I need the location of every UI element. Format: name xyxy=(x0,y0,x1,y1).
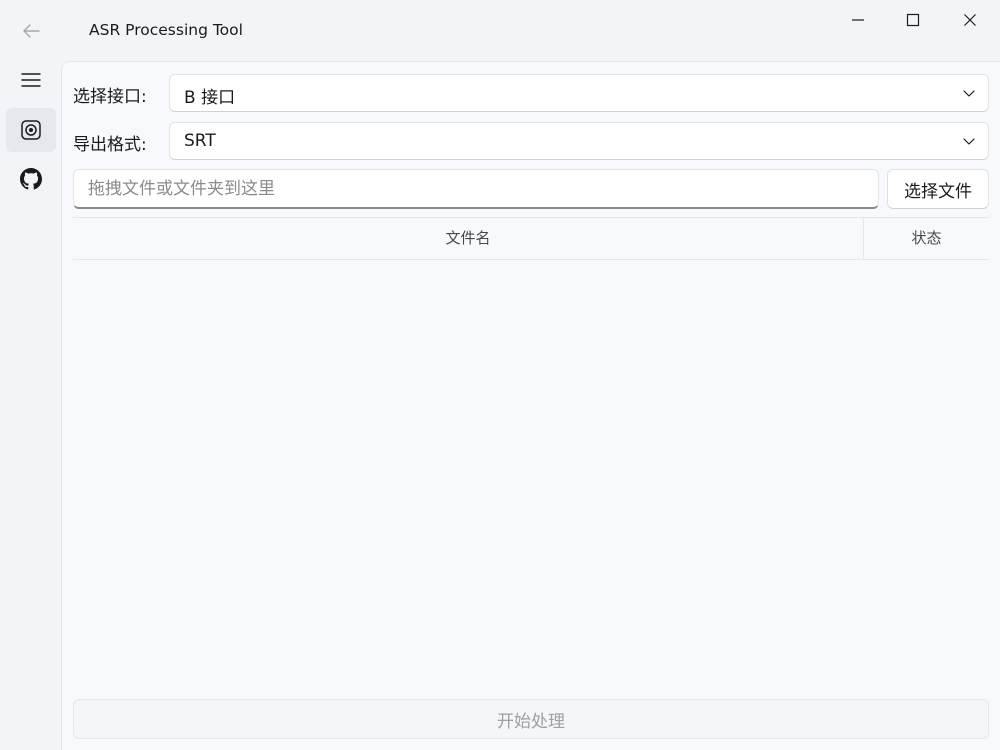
chevron-down-icon xyxy=(963,138,975,145)
maximize-button[interactable] xyxy=(885,0,941,40)
title-bar: ASR Processing Tool xyxy=(0,0,1000,62)
column-header-status[interactable]: 状态 xyxy=(864,218,989,259)
start-processing-button[interactable]: 开始处理 xyxy=(73,699,989,739)
maximize-icon xyxy=(906,13,920,27)
github-icon xyxy=(20,168,42,190)
table-header: 文件名 状态 xyxy=(73,217,989,260)
format-select-value: SRT xyxy=(184,131,216,151)
close-icon xyxy=(964,14,976,26)
file-table: 文件名 状态 xyxy=(73,217,989,617)
interface-label: 选择接口: xyxy=(73,87,147,107)
nav-item-github[interactable] xyxy=(6,157,56,201)
format-label: 导出格式: xyxy=(73,135,147,155)
chevron-down-icon xyxy=(963,90,975,97)
nav-item-asr[interactable] xyxy=(6,108,56,152)
format-select[interactable]: SRT xyxy=(169,122,989,160)
back-arrow-icon xyxy=(23,24,40,38)
nav-menu-button[interactable] xyxy=(6,58,56,102)
asr-record-icon xyxy=(21,120,41,140)
back-button[interactable] xyxy=(14,14,48,48)
main-content: 选择接口: B 接口 导出格式: SRT 选择文件 文件名 状态 开始处理 xyxy=(61,61,1000,750)
column-header-filename[interactable]: 文件名 xyxy=(73,218,864,259)
window-title: ASR Processing Tool xyxy=(89,21,243,39)
menu-icon xyxy=(21,73,41,87)
interface-select[interactable]: B 接口 xyxy=(169,74,989,112)
minimize-button[interactable] xyxy=(830,0,886,40)
select-file-button[interactable]: 选择文件 xyxy=(887,169,989,209)
minimize-icon xyxy=(852,19,864,21)
close-button[interactable] xyxy=(942,0,998,40)
interface-select-value: B 接口 xyxy=(184,88,236,108)
navigation-rail xyxy=(0,62,60,750)
file-drop-input[interactable] xyxy=(73,169,879,209)
